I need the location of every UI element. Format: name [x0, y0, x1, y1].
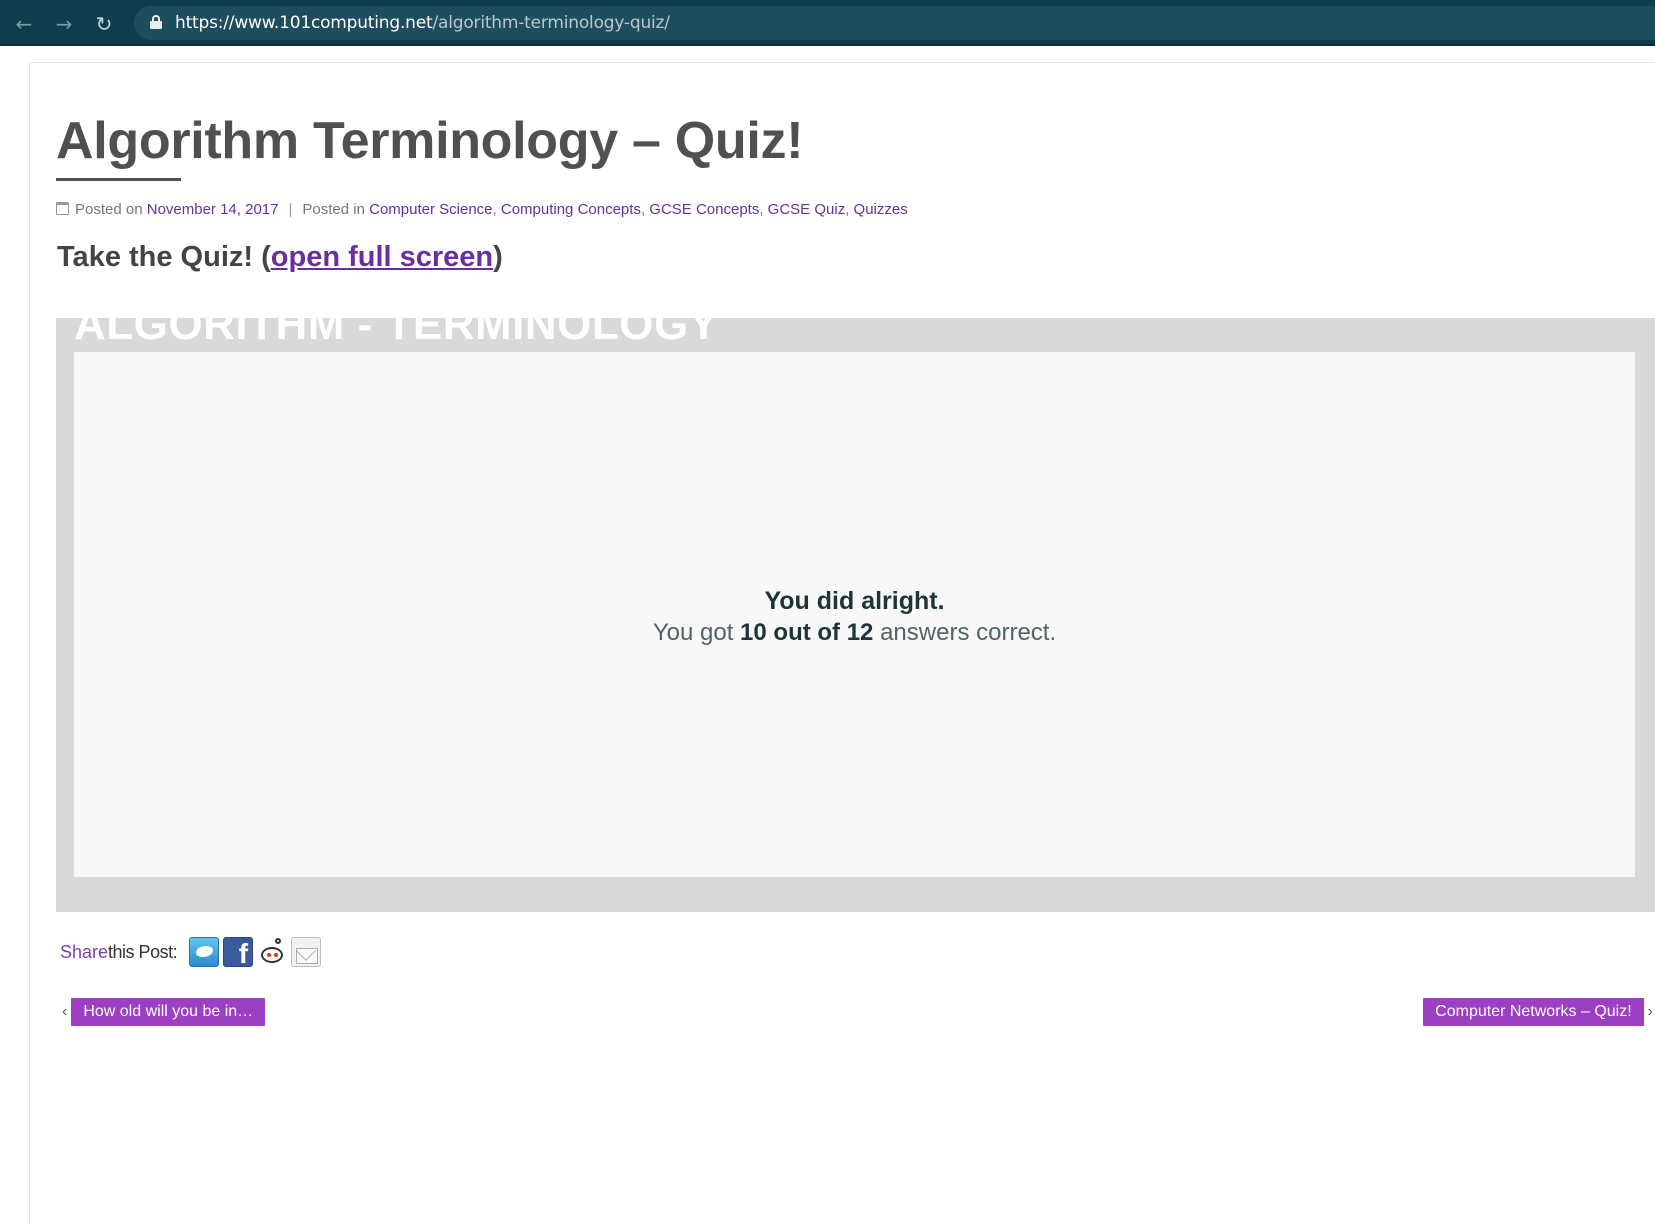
previous-post-nav: ‹ How old will you be in… [58, 998, 266, 1026]
score-value: 10 out of 12 [740, 619, 874, 646]
quiz-result-panel: You did alright. You got 10 out of 12 an… [74, 352, 1635, 877]
result-verdict: You did alright. [764, 587, 945, 615]
url-text[interactable]: https://www.101computing.net/algorithm-t… [175, 13, 670, 33]
reddit-icon[interactable] [257, 937, 288, 967]
posted-on-label: Posted on [75, 201, 143, 218]
posted-in-label: Posted in [302, 201, 365, 218]
forward-arrow-icon[interactable]: → [50, 10, 78, 38]
category-link-computing-concepts[interactable]: Computing Concepts [501, 201, 641, 218]
category-link-gcse-quiz[interactable]: GCSE Quiz [768, 201, 846, 218]
reload-icon[interactable]: ↻ [90, 10, 118, 38]
quiz-embed: ALGORITHM - TERMINOLOGY You did alright.… [56, 318, 1655, 912]
score-prefix: You got [652, 619, 734, 646]
chevron-left-icon: ‹ [62, 1003, 68, 1020]
score-suffix: answers correct. [880, 619, 1057, 646]
article: Algorithm Terminology – Quiz! Posted on … [29, 62, 1655, 1224]
calendar-icon [56, 202, 69, 215]
post-date-link[interactable]: November 14, 2017 [147, 201, 279, 218]
result-score: You got 10 out of 12 answers correct. [74, 619, 1635, 647]
address-bar[interactable]: https://www.101computing.net/algorithm-t… [134, 6, 1655, 40]
share-word: Share [60, 941, 109, 962]
meta-separator: | [288, 201, 293, 218]
quiz-banner: ALGORITHM - TERMINOLOGY [74, 318, 719, 349]
next-post-nav: Computer Networks – Quiz! › [1423, 998, 1655, 1026]
title-underline [56, 178, 181, 181]
post-meta: Posted on November 14, 2017 | Posted in Co… [56, 201, 908, 218]
previous-post-button[interactable]: How old will you be in… [71, 998, 266, 1026]
quiz-heading: Take the Quiz! (open full screen) [57, 241, 503, 274]
share-label: this Post: [108, 941, 178, 962]
open-full-screen-link[interactable]: open full screen [271, 241, 493, 273]
chevron-right-icon: › [1647, 1003, 1653, 1020]
url-host: https://www.101computing.net [175, 13, 433, 33]
back-arrow-icon[interactable]: ← [10, 10, 38, 38]
quiz-result: You did alright. You got 10 out of 12 an… [74, 587, 1635, 647]
category-link-computer-science[interactable]: Computer Science [369, 201, 492, 218]
quiz-heading-prefix: Take the Quiz! ( [57, 241, 271, 273]
email-icon[interactable] [291, 937, 322, 967]
share-bar: Share this Post: [60, 937, 325, 970]
page-title: Algorithm Terminology – Quiz! [56, 112, 804, 170]
category-link-gcse-concepts[interactable]: GCSE Concepts [649, 201, 759, 218]
category-link-quizzes[interactable]: Quizzes [854, 201, 908, 218]
url-path: /algorithm-terminology-quiz/ [432, 13, 670, 33]
next-post-button[interactable]: Computer Networks – Quiz! [1423, 998, 1644, 1026]
facebook-icon[interactable] [223, 937, 254, 970]
browser-toolbar: ← → ↻ https://www.101computing.net/algor… [0, 0, 1655, 46]
twitter-icon[interactable] [189, 937, 220, 967]
quiz-heading-suffix: ) [493, 241, 503, 273]
lock-icon [150, 15, 162, 29]
